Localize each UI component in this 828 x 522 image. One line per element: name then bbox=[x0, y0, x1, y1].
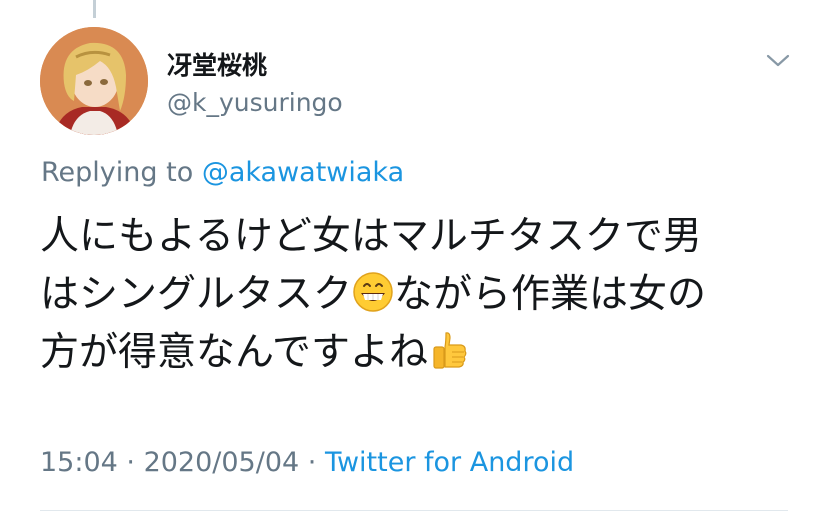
replying-to-line: Replying to @akawatwiaka bbox=[41, 157, 404, 188]
thread-connector-line bbox=[93, 0, 96, 18]
replying-to-label: Replying to bbox=[41, 157, 202, 188]
tweet-time[interactable]: 15:04 bbox=[40, 447, 118, 478]
tweet-text-segment: 方が得意なんですよね bbox=[40, 330, 429, 375]
meta-separator: · bbox=[117, 447, 144, 478]
tweet-source-link[interactable]: Twitter for Android bbox=[325, 447, 574, 478]
tweet-text: 人にもよるけど女はマルチタスクで男 はシングルタスク ながら作業は女の 方が得意… bbox=[40, 208, 800, 382]
grinning-face-emoji-icon bbox=[353, 272, 393, 312]
tweet-text-line-2: はシングルタスク ながら作業は女の bbox=[40, 266, 800, 324]
tweet-text-segment: ながら作業は女の bbox=[394, 272, 707, 317]
reply-mention-link[interactable]: @akawatwiaka bbox=[202, 157, 404, 188]
tweet-text-segment: はシングルタスク bbox=[40, 272, 353, 317]
tweet-date[interactable]: 2020/05/04 bbox=[144, 447, 300, 478]
avatar-image bbox=[40, 27, 148, 135]
divider bbox=[40, 510, 788, 511]
tweet-meta: 15:04 · 2020/05/04 · Twitter for Android bbox=[40, 447, 574, 478]
thumbs-up-emoji-icon bbox=[433, 332, 467, 369]
author-display-name[interactable]: 冴堂桜桃 bbox=[167, 46, 267, 82]
meta-separator: · bbox=[299, 447, 325, 478]
chevron-down-icon[interactable] bbox=[764, 50, 792, 70]
tweet-text-line-3: 方が得意なんですよね bbox=[40, 324, 800, 382]
author-handle[interactable]: @k_yusuringo bbox=[167, 88, 343, 117]
avatar[interactable] bbox=[40, 27, 148, 135]
tweet-text-line-1: 人にもよるけど女はマルチタスクで男 bbox=[40, 214, 702, 259]
